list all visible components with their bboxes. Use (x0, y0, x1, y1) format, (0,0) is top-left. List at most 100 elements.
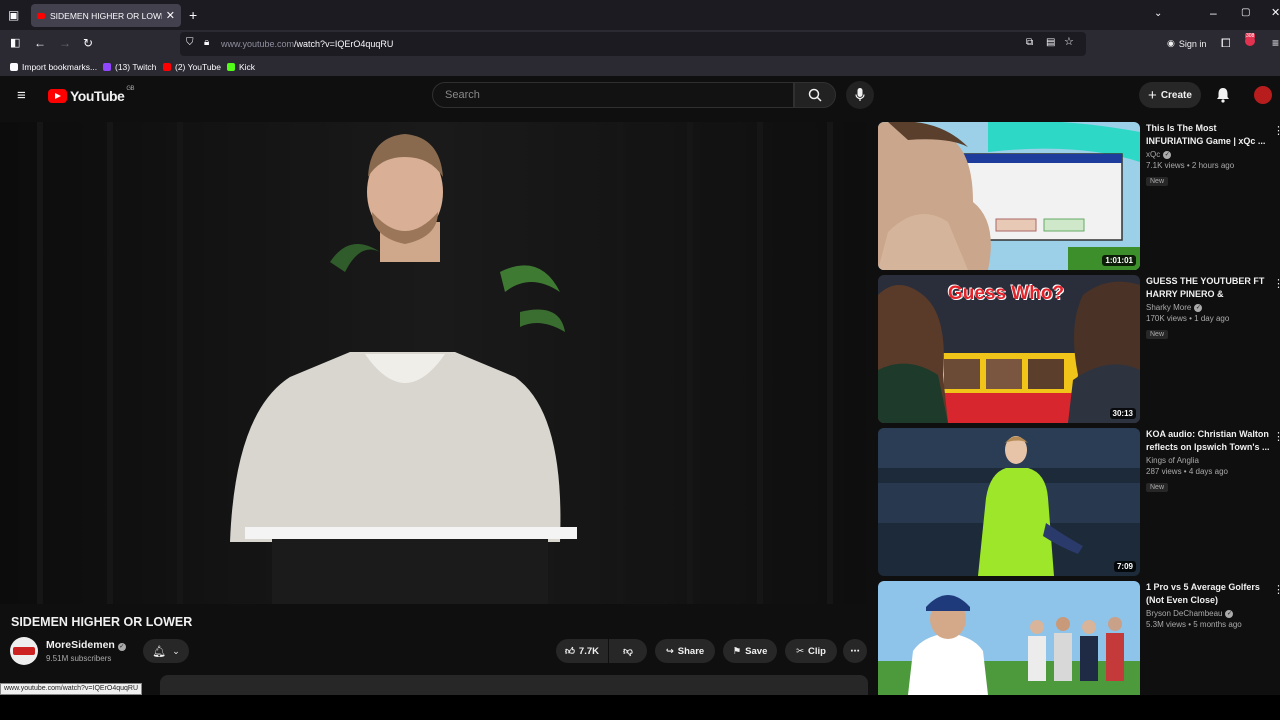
recommendation-stats: 170K views • 1 day ago (1146, 314, 1230, 323)
chevron-down-icon: ⌄ (172, 645, 180, 656)
kick-icon (227, 63, 235, 71)
more-vertical-icon[interactable]: ⋮ (1273, 124, 1280, 137)
bookmark-icon: ⚑ (732, 645, 742, 657)
recommendation-title[interactable]: This Is The Most INFURIATING Game | xQc … (1146, 122, 1270, 148)
more-vertical-icon[interactable]: ⋮ (1273, 583, 1280, 596)
tab-close-icon[interactable]: ✕ (166, 9, 175, 22)
recommendation-channel[interactable]: Sharky More ✓ (1146, 303, 1270, 312)
shield-icon[interactable]: ⛉ (186, 38, 194, 48)
channel-name[interactable]: MoreSidemen ✓ (46, 639, 126, 651)
account-avatar[interactable] (1254, 86, 1272, 104)
address-bar[interactable]: ⛉ 🔒︎ www.youtube.com/watch?v=IQErO4quqRU… (180, 32, 1086, 56)
browser-tab-active[interactable]: SIDEMEN HIGHER OR LOWER - ✕ (31, 4, 181, 27)
recommendation-item[interactable]: 7:09 KOA audio: Christian Walton reflect… (878, 428, 1280, 576)
tab-overflow-chevron-icon[interactable]: ⌄ (1154, 9, 1162, 19)
lock-icon[interactable]: 🔒︎ (204, 38, 209, 48)
new-badge: New (1146, 330, 1169, 339)
more-actions-button[interactable]: ⋯ (843, 639, 867, 663)
bookmark-twitch[interactable]: (13) Twitch (103, 62, 156, 72)
tab-title: SIDEMEN HIGHER OR LOWER - (50, 10, 162, 21)
video-thumbnail[interactable]: 1:01:01 (878, 122, 1140, 270)
scissors-icon: ✂ (796, 645, 804, 657)
more-vertical-icon[interactable]: ⋮ (1273, 277, 1280, 290)
video-thumbnail[interactable]: Guess Who? 30:13 (878, 275, 1140, 423)
verified-badge-icon: ✓ (1194, 303, 1203, 312)
recommendation-title[interactable]: 1 Pro vs 5 Average Golfers (Not Even Clo… (1146, 581, 1270, 607)
notifications-bell-icon[interactable] (1216, 87, 1230, 103)
new-tab-icon[interactable]: + (189, 8, 197, 22)
address-text[interactable]: www.youtube.com/watch?v=IQErO4quqRU (221, 39, 393, 49)
verified-badge-icon: ✓ (117, 643, 126, 651)
recommendation-item[interactable]: 1:01:01 This Is The Most INFURIATING Gam… (878, 122, 1280, 270)
voice-search-button[interactable] (846, 81, 874, 109)
share-button[interactable]: ↪ Share (655, 639, 715, 663)
tab-list-icon[interactable]: ▣ (8, 9, 19, 21)
sign-in-button[interactable]: ◉ Sign in (1167, 38, 1206, 49)
youtube-play-icon (48, 89, 67, 103)
extension-notification-badge[interactable]: 308 (1245, 33, 1257, 48)
duration-badge: 7:09 (1113, 561, 1136, 572)
description-box[interactable] (160, 675, 868, 695)
save-button[interactable]: ⚑ Save (723, 639, 777, 663)
bookmark-import[interactable]: Import bookmarks... (10, 62, 97, 72)
recommendation-item[interactable]: 1 Pro vs 5 Average Golfers (Not Even Clo… (878, 581, 1280, 695)
translate-icon[interactable]: ⧉ (1026, 38, 1033, 48)
browser-tab-bar: ▣ SIDEMEN HIGHER OR LOWER - ✕ + ⌄ – ▢ ✕ (0, 0, 1280, 30)
more-horizontal-icon: ⋯ (850, 645, 860, 657)
new-badge: New (1146, 177, 1169, 186)
video-owner-row: MoreSidemen ✓ 9.51M subscribers 🔔︎ ⌄ 👍︎ … (10, 637, 870, 665)
bell-icon: 🔔︎ (152, 645, 167, 658)
import-icon (10, 63, 18, 71)
subscription-notifications-button[interactable]: 🔔︎ ⌄ (143, 639, 189, 663)
extensions-icon[interactable]: ⧠ (1221, 37, 1231, 49)
video-thumbnail[interactable]: 7:09 (878, 428, 1140, 576)
recommendation-meta: 1 Pro vs 5 Average Golfers (Not Even Clo… (1146, 581, 1270, 629)
recommendation-meta: KOA audio: Christian Walton reflects on … (1146, 428, 1270, 494)
recommendation-meta: This Is The Most INFURIATING Game | xQc … (1146, 122, 1270, 188)
recommendation-channel[interactable]: xQc ✓ (1146, 150, 1270, 159)
bookmark-kick[interactable]: Kick (227, 62, 255, 72)
video-thumbnail[interactable] (878, 581, 1140, 695)
recommendation-channel[interactable]: Bryson DeChambeau ✓ (1146, 609, 1270, 618)
video-frame (0, 122, 866, 604)
search-input[interactable]: Search (432, 82, 794, 108)
bookmark-star-icon[interactable]: ☆ (1064, 37, 1074, 48)
youtube-favicon-icon (37, 12, 45, 19)
account-icon: ◉ (1167, 38, 1175, 48)
search-button[interactable] (794, 82, 836, 108)
duration-badge: 1:01:01 (1102, 255, 1136, 266)
guide-menu-icon[interactable]: ≡ (17, 88, 26, 103)
close-window-icon[interactable]: ✕ (1271, 8, 1280, 19)
like-button[interactable]: 👍︎ 7.7K (556, 639, 608, 663)
reload-icon[interactable]: ↻ (83, 37, 93, 49)
recommendation-item[interactable]: Guess Who? 30:13 GUESS THE YOUTUBER FT H… (878, 275, 1280, 423)
maximize-window-icon[interactable]: ▢ (1241, 8, 1250, 18)
recommendation-stats: 287 views • 4 days ago (1146, 467, 1228, 476)
video-player[interactable] (0, 122, 866, 604)
more-vertical-icon[interactable]: ⋮ (1273, 430, 1280, 443)
recommendation-stats: 5.3M views • 5 months ago (1146, 620, 1242, 629)
minimize-window-icon[interactable]: – (1210, 7, 1217, 19)
recommendation-title[interactable]: GUESS THE YOUTUBER FT HARRY PINERO & DAR… (1146, 275, 1270, 301)
clip-button[interactable]: ✂ Clip (785, 639, 837, 663)
youtube-logo[interactable]: YouTube GB (48, 86, 134, 104)
verified-badge-icon: ✓ (1225, 609, 1234, 618)
recommendation-meta: GUESS THE YOUTUBER FT HARRY PINERO & DAR… (1146, 275, 1270, 341)
app-menu-icon[interactable]: ≡ (1272, 37, 1279, 49)
channel-avatar[interactable] (10, 637, 38, 665)
sidebar-toggle-icon[interactable]: ◧ (10, 38, 20, 49)
recommendation-channel[interactable]: Kings of Anglia (1146, 456, 1270, 465)
microphone-icon (855, 88, 865, 101)
back-icon[interactable]: ← (34, 37, 46, 49)
thumbnail-caption: Guess Who? (947, 283, 1065, 304)
recommendation-title[interactable]: KOA audio: Christian Walton reflects on … (1146, 428, 1270, 454)
bookmark-youtube[interactable]: (2) YouTube (163, 62, 221, 72)
search-icon (808, 88, 822, 102)
duration-badge: 30:13 (1109, 408, 1136, 419)
thumbnail-image (878, 428, 1140, 576)
dislike-button[interactable]: 👎︎ (609, 639, 647, 663)
reader-view-icon[interactable]: ▤ (1046, 38, 1055, 48)
forward-icon[interactable]: → (59, 37, 71, 49)
new-badge: New (1146, 483, 1169, 492)
create-button[interactable]: + Create (1139, 82, 1201, 108)
